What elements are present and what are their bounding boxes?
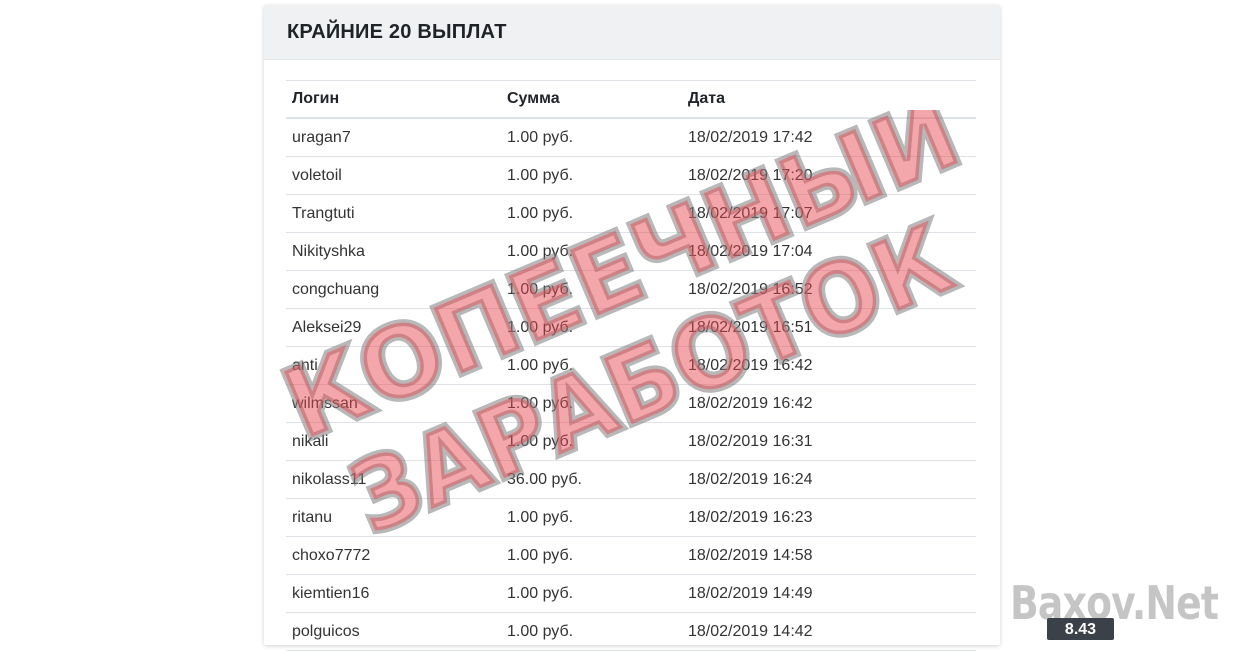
- cell-amount: 1.00 руб.: [507, 622, 574, 640]
- cell-amount: 1.00 руб.: [507, 318, 574, 336]
- cell-login: nikolass11: [292, 470, 367, 488]
- cell-login: voletoil: [292, 166, 342, 184]
- cell-amount: 1.00 руб.: [507, 394, 574, 412]
- cell-login: nikali: [292, 432, 329, 450]
- watermark-site: Baxov.Net: [1010, 576, 1219, 630]
- table-row: Trangtuti 1.00 руб. 18/02/2019 17:07: [286, 195, 976, 233]
- payouts-table-wrap: Логин Сумма Дата uragan7 1.00 руб. 18/02/2…: [286, 80, 976, 651]
- cell-date: 18/02/2019 16:52: [688, 280, 813, 298]
- cell-date: 18/02/2019 16:31: [688, 432, 813, 450]
- cell-amount: 1.00 руб.: [507, 356, 574, 374]
- cell-date: 18/02/2019 17:42: [688, 128, 813, 146]
- cell-amount: 1.00 руб.: [507, 166, 574, 184]
- column-header-date: Дата: [688, 90, 726, 107]
- cell-amount: 1.00 руб.: [507, 128, 574, 146]
- cell-login: choxo7772: [292, 546, 371, 564]
- table-row: polguicos 1.00 руб. 18/02/2019 14:42: [286, 613, 976, 651]
- payouts-card: КРАЙНИЕ 20 ВЫПЛАТ Логин Сумма Дата uraga…: [264, 5, 1000, 651]
- cell-login: anti: [292, 356, 318, 374]
- cell-login: congchuang: [292, 280, 380, 298]
- cell-date: 18/02/2019 16:42: [688, 394, 813, 412]
- table-row: Aleksei29 1.00 руб. 18/02/2019 16:51: [286, 309, 976, 347]
- cell-date: 18/02/2019 16:51: [688, 318, 813, 336]
- cell-date: 18/02/2019 16:23: [688, 508, 813, 526]
- cell-amount: 36.00 руб.: [507, 470, 582, 488]
- table-row: Nikityshka 1.00 руб. 18/02/2019 17:04: [286, 233, 976, 271]
- cell-login: Nikityshka: [292, 242, 365, 260]
- cell-date: 18/02/2019 17:20: [688, 166, 813, 184]
- cell-amount: 1.00 руб.: [507, 508, 574, 526]
- cell-date: 18/02/2019 14:49: [688, 584, 813, 602]
- cell-date: 18/02/2019 17:07: [688, 204, 813, 222]
- cell-date: 18/02/2019 17:04: [688, 242, 813, 260]
- table-row: choxo7772 1.00 руб. 18/02/2019 14:58: [286, 537, 976, 575]
- column-header-login: Логин: [292, 90, 340, 107]
- card-header: КРАЙНИЕ 20 ВЫПЛАТ: [264, 5, 1000, 60]
- table-row: ritanu 1.00 руб. 18/02/2019 16:23: [286, 499, 976, 537]
- table-row: anti 1.00 руб. 18/02/2019 16:42: [286, 347, 976, 385]
- cell-login: uragan7: [292, 128, 351, 146]
- cell-login: Trangtuti: [292, 204, 355, 222]
- cell-login: polguicos: [292, 622, 360, 640]
- cell-amount: 1.00 руб.: [507, 242, 574, 260]
- table-header-row: Логин Сумма Дата: [286, 80, 976, 118]
- cell-login: Aleksei29: [292, 318, 362, 336]
- cell-date: 18/02/2019 14:58: [688, 546, 813, 564]
- cell-login: ritanu: [292, 508, 333, 526]
- table-row: uragan7 1.00 руб. 18/02/2019 17:42: [286, 118, 976, 157]
- cell-amount: 1.00 руб.: [507, 204, 574, 222]
- table-row: nikolass11 36.00 руб. 18/02/2019 16:24: [286, 461, 976, 499]
- column-header-amount: Сумма: [507, 90, 560, 107]
- cell-amount: 1.00 руб.: [507, 280, 574, 298]
- watermark-badge: 8.43: [1047, 618, 1114, 640]
- cell-login: kiemtien16: [292, 584, 370, 602]
- table-row: kiemtien16 1.00 руб. 18/02/2019 14:49: [286, 575, 976, 613]
- cell-date: 18/02/2019 16:42: [688, 356, 813, 374]
- cell-amount: 1.00 руб.: [507, 432, 574, 450]
- table-row: nikali 1.00 руб. 18/02/2019 16:31: [286, 423, 976, 461]
- cell-amount: 1.00 руб.: [507, 584, 574, 602]
- cell-date: 18/02/2019 16:24: [688, 470, 813, 488]
- card-title: КРАЙНИЕ 20 ВЫПЛАТ: [287, 20, 507, 43]
- cell-login: wilmssan: [292, 394, 358, 412]
- cell-date: 18/02/2019 14:42: [688, 622, 813, 640]
- payouts-table: Логин Сумма Дата uragan7 1.00 руб. 18/02/2…: [286, 80, 976, 651]
- cell-amount: 1.00 руб.: [507, 546, 574, 564]
- table-row: voletoil 1.00 руб. 18/02/2019 17:20: [286, 157, 976, 195]
- table-row: wilmssan 1.00 руб. 18/02/2019 16:42: [286, 385, 976, 423]
- table-row: congchuang 1.00 руб. 18/02/2019 16:52: [286, 271, 976, 309]
